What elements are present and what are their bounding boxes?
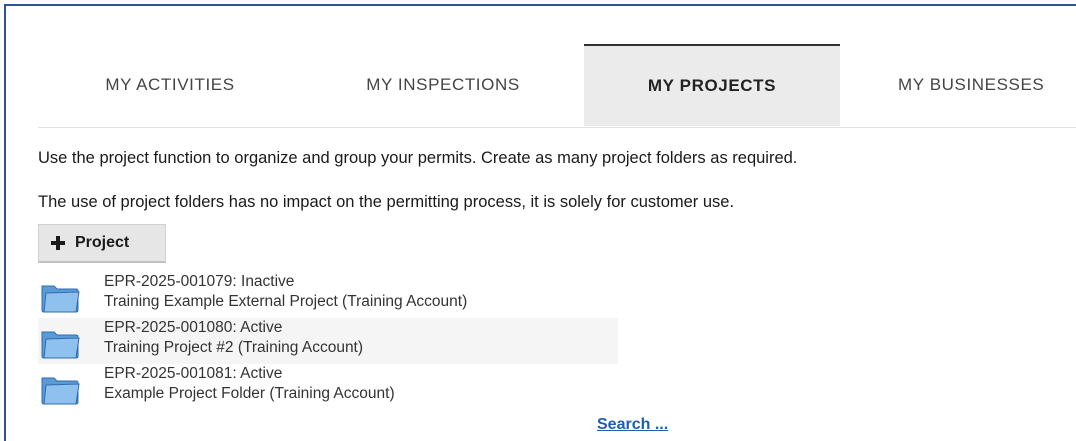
folder-icon [41,331,80,359]
search-link[interactable]: Search ... [597,416,668,434]
tab-my-projects[interactable]: MY PROJECTS [584,44,840,126]
plus-icon [51,236,65,250]
project-name: Training Example External Project (Train… [104,293,468,310]
add-project-button-label: Project [75,234,130,251]
folder-icon [41,377,80,405]
tab-bar: MY ACTIVITIES MY INSPECTIONS MY PROJECTS… [38,44,1076,128]
project-id-status: EPR-2025-001080: Active [104,319,283,336]
tab-my-inspections[interactable]: MY INSPECTIONS [302,44,584,126]
project-id-status: EPR-2025-001079: Inactive [104,273,295,290]
intro-text-organize: Use the project function to organize and… [38,149,798,167]
project-name: Example Project Folder (Training Account… [104,385,395,402]
intro-text-impact: The use of project folders has no impact… [38,193,735,211]
tab-my-businesses[interactable]: MY BUSINESSES [840,44,1076,126]
project-row[interactable]: EPR-2025-001080: Active Training Project… [38,318,618,364]
project-list: EPR-2025-001079: Inactive Training Examp… [38,272,618,410]
project-row[interactable]: EPR-2025-001081: Active Example Project … [38,364,618,410]
project-id-status: EPR-2025-001081: Active [104,365,283,382]
project-row[interactable]: EPR-2025-001079: Inactive Training Examp… [38,272,618,318]
folder-icon [41,285,80,313]
add-project-button[interactable]: Project [38,224,166,263]
project-name: Training Project #2 (Training Account) [104,339,364,356]
tab-my-activities[interactable]: MY ACTIVITIES [38,44,302,126]
